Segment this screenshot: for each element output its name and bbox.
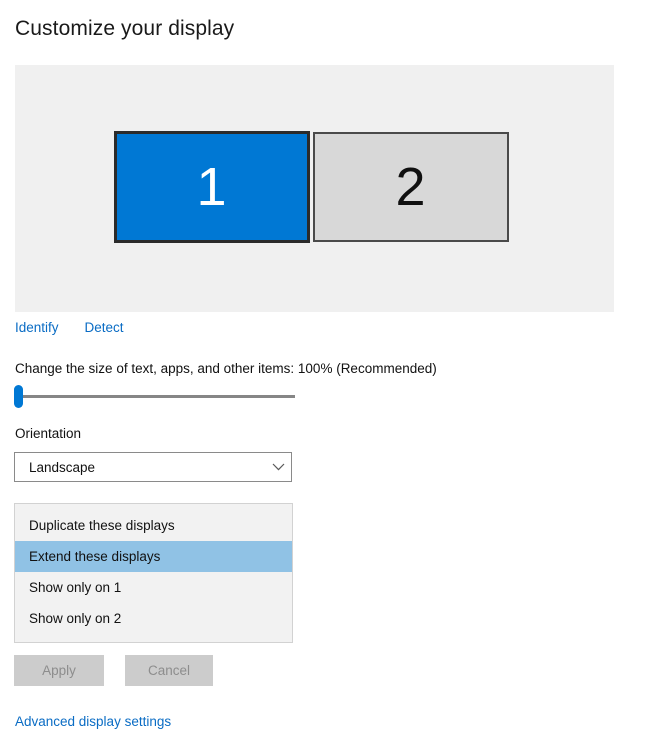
scale-slider[interactable] (14, 385, 295, 409)
detect-link[interactable]: Detect (85, 320, 124, 335)
page-title: Customize your display (15, 17, 235, 40)
scale-label: Change the size of text, apps, and other… (15, 361, 437, 376)
slider-track[interactable] (22, 395, 295, 398)
monitor-number-1: 1 (196, 157, 228, 217)
monitor-tile-1[interactable]: 1 (114, 131, 310, 243)
dropdown-item-show-only-2[interactable]: Show only on 2 (15, 603, 292, 634)
slider-thumb[interactable] (14, 385, 23, 408)
multiple-displays-dropdown-list[interactable]: Duplicate these displays Extend these di… (14, 503, 293, 643)
chevron-down-icon (265, 463, 291, 471)
orientation-value: Landscape (29, 459, 96, 475)
monitor-tile-2[interactable]: 2 (313, 132, 509, 242)
dropdown-item-show-only-1[interactable]: Show only on 1 (15, 572, 292, 603)
dropdown-item-extend[interactable]: Extend these displays (15, 541, 292, 572)
display-actions: Identify Detect (15, 320, 124, 335)
identify-link[interactable]: Identify (15, 320, 59, 335)
apply-button[interactable]: Apply (14, 655, 104, 686)
cancel-button[interactable]: Cancel (125, 655, 213, 686)
monitor-number-2: 2 (395, 157, 427, 217)
dropdown-item-duplicate[interactable]: Duplicate these displays (15, 510, 292, 541)
display-preview-panel: 1 2 (15, 65, 614, 312)
advanced-display-settings-link[interactable]: Advanced display settings (15, 714, 171, 729)
orientation-combobox[interactable]: Landscape (14, 452, 292, 482)
orientation-label: Orientation (15, 426, 82, 441)
